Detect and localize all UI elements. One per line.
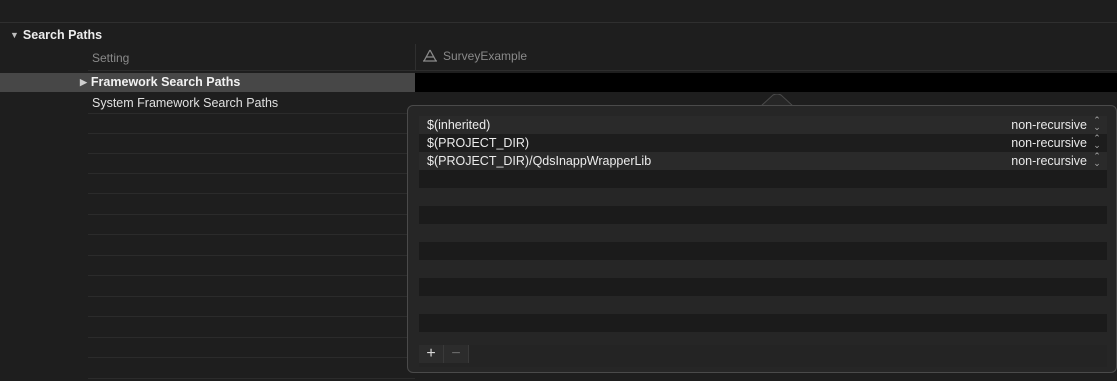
target-name: SurveyExample <box>443 49 528 63</box>
disclosure-triangle-down-icon[interactable]: ▼ <box>10 30 19 40</box>
section-header-search-paths[interactable]: ▼ Search Paths <box>0 26 102 44</box>
search-paths-popover: $(inherited) non-recursive ⌃ ⌄ $(PROJECT_… <box>407 105 1117 373</box>
disclosure-triangle-right-icon[interactable]: ▶ <box>80 77 87 88</box>
list-item[interactable]: $(inherited) non-recursive ⌃ ⌄ <box>419 116 1107 134</box>
empty-list-row <box>419 260 1107 278</box>
settings-row-grid <box>88 0 415 381</box>
list-item[interactable]: $(PROJECT_DIR)/QdsInappWrapperLib non-re… <box>419 152 1107 170</box>
search-paths-list: $(inherited) non-recursive ⌃ ⌄ $(PROJECT_… <box>419 116 1107 349</box>
empty-list-row <box>419 206 1107 224</box>
row-value-editor[interactable] <box>415 73 1117 92</box>
empty-list-row <box>419 314 1107 332</box>
recursion-select[interactable]: non-recursive <box>1011 136 1087 150</box>
remove-path-button[interactable]: − <box>444 345 469 363</box>
column-separator <box>415 44 416 70</box>
recursion-select[interactable]: non-recursive <box>1011 154 1087 168</box>
xcode-target-icon <box>423 49 437 62</box>
empty-list-row <box>419 242 1107 260</box>
empty-list-row <box>419 278 1107 296</box>
add-path-button[interactable]: + <box>419 345 444 363</box>
empty-list-row <box>419 224 1107 242</box>
setting-row-framework-search-paths[interactable]: ▶ Framework Search Paths <box>0 73 1117 92</box>
row-label: ▶ Framework Search Paths <box>80 75 240 89</box>
path-value[interactable]: $(PROJECT_DIR)/QdsInappWrapperLib <box>427 154 651 168</box>
select-stepper-icon[interactable]: ⌃ ⌄ <box>1093 134 1101 150</box>
empty-list-row <box>419 296 1107 314</box>
select-stepper-icon[interactable]: ⌃ ⌄ <box>1093 116 1101 132</box>
select-stepper-icon[interactable]: ⌃ ⌄ <box>1093 152 1101 168</box>
list-toolbar: + − <box>419 345 1107 367</box>
empty-list-row <box>419 188 1107 206</box>
path-value[interactable]: $(PROJECT_DIR) <box>427 136 529 150</box>
path-value[interactable]: $(inherited) <box>427 118 490 132</box>
list-item[interactable]: $(PROJECT_DIR) non-recursive ⌃ ⌄ <box>419 134 1107 152</box>
setting-row-system-framework-search-paths[interactable]: System Framework Search Paths <box>92 96 278 110</box>
empty-list-row <box>419 170 1107 188</box>
framework-search-paths-label: Framework Search Paths <box>90 75 241 89</box>
recursion-select[interactable]: non-recursive <box>1011 118 1087 132</box>
column-header-target: SurveyExample <box>422 49 527 63</box>
